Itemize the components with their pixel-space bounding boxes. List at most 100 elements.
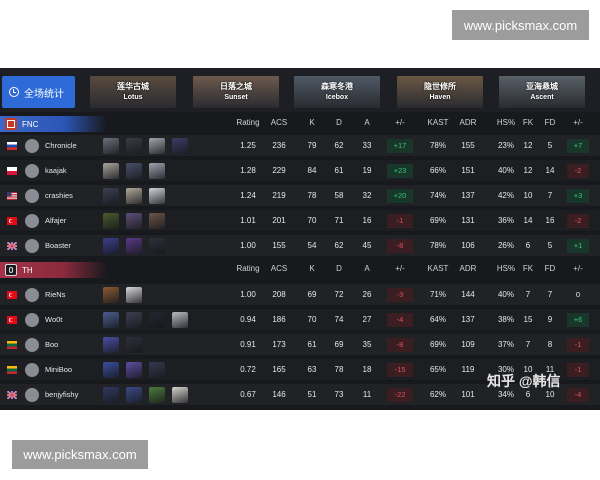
player-avatar (25, 189, 39, 203)
player-name[interactable]: kaajak (45, 160, 67, 182)
stat-fd: 5 (547, 241, 553, 250)
player-avatar (25, 313, 39, 327)
stat-a: 11 (362, 390, 372, 399)
player-row[interactable]: crashies 1.24 219 78 58 32 +20 74% 137 42% 10 7 +3 (0, 185, 600, 207)
player-row[interactable]: Alfajer 1.01 201 70 71 16 -1 69% 131 36% 14 16 -2 (0, 210, 600, 232)
player-avatar (25, 214, 39, 228)
flag-lt-icon (7, 341, 17, 349)
stat-fk: 15 (523, 315, 533, 324)
agent-portrait-icon (103, 312, 119, 328)
kill-diff-badge: -8 (387, 338, 413, 352)
player-name[interactable]: RieNs (45, 284, 65, 306)
stat-kast: 69% (429, 216, 446, 225)
firstkill-diff-badge: -2 (567, 164, 589, 178)
column-header: +/- (395, 264, 405, 273)
player-name[interactable]: crashies (45, 185, 73, 207)
agent-portrait-icon (149, 387, 165, 403)
map-selector-bar: 全场统计 莲华古城 Lotus 日落之城 Sunset 森寒冬港 Icebox 隐世修所 Ha… (0, 68, 600, 112)
player-name[interactable]: benjyfishy (45, 384, 78, 406)
player-row[interactable]: kaajak 1.28 229 84 61 19 +23 66% 151 40% 12 14 -2 (0, 160, 600, 182)
stat-hs: 23% (497, 141, 514, 150)
player-row[interactable]: Chronicle 1.25 236 79 62 33 +17 78% 155 23% 12 5 +7 (0, 135, 600, 157)
firstkill-diff-badge: -1 (567, 363, 589, 377)
stat-kast: 78% (429, 141, 446, 150)
zhihu-watermark: 知乎 @韩信 (487, 373, 561, 389)
map-tab-haven[interactable]: 隐世修所 Haven (397, 76, 483, 108)
player-name[interactable]: Wo0t (45, 309, 62, 331)
stat-rating: 0.67 (240, 390, 256, 399)
stat-adr: 155 (461, 141, 475, 150)
player-row[interactable]: Wo0t 0.94 186 70 74 27 -4 64% 137 38% 15 9 +6 (0, 309, 600, 331)
stat-a: 16 (362, 216, 372, 225)
stat-k: 79 (307, 141, 317, 150)
flag-us-icon (7, 192, 17, 200)
stat-d: 73 (334, 390, 344, 399)
column-header: ACS (270, 118, 288, 127)
agent-portrait-icon (103, 387, 119, 403)
player-row[interactable]: RieNs 1.00 208 69 72 26 -3 71% 144 40% 7 7 0 (0, 284, 600, 306)
agent-portrait-icon (149, 238, 165, 254)
agent-portrait-icon (126, 362, 142, 378)
agent-portrait-icon (172, 312, 188, 328)
map-name-en: Haven (429, 94, 451, 101)
map-tab-icebox[interactable]: 森寒冬港 Icebox (294, 76, 380, 108)
stat-k: 70 (307, 216, 317, 225)
agent-portrait-icon (172, 138, 188, 154)
column-header: D (336, 118, 342, 127)
column-header: KAST (427, 118, 449, 127)
stat-a: 19 (362, 166, 372, 175)
stat-fk: 12 (523, 141, 533, 150)
agent-portrait-icon (103, 163, 119, 179)
stat-a: 35 (362, 340, 372, 349)
player-name[interactable]: Alfajer (45, 210, 66, 232)
stat-kast: 78% (429, 241, 446, 250)
kill-diff-badge: -1 (387, 214, 413, 228)
column-header: KAST (427, 264, 449, 273)
player-name[interactable]: MiniBoo (45, 359, 72, 381)
column-header: D (336, 264, 342, 273)
stat-a: 27 (362, 315, 372, 324)
team-name-th: TH (22, 265, 33, 275)
map-tab-sunset[interactable]: 日落之城 Sunset (193, 76, 279, 108)
map-tab-ascent[interactable]: 亚海悬城 Ascent (499, 76, 585, 108)
agent-portrait-icon (103, 238, 119, 254)
stat-k: 51 (307, 390, 317, 399)
stat-rating: 1.28 (240, 166, 256, 175)
stat-fd: 5 (547, 141, 553, 150)
stat-acs: 201 (272, 216, 286, 225)
kill-diff-badge: -3 (387, 288, 413, 302)
column-header: K (309, 264, 315, 273)
stat-fk: 10 (523, 191, 533, 200)
firstkill-diff-badge: +1 (567, 239, 589, 253)
column-header: Rating (236, 118, 260, 127)
stat-fd: 16 (545, 216, 555, 225)
overall-stats-button[interactable]: 全场统计 (2, 76, 75, 108)
stat-a: 33 (362, 141, 372, 150)
column-header: FK (522, 264, 534, 273)
firstkill-diff-badge: +3 (567, 189, 589, 203)
map-tab-lotus[interactable]: 莲华古城 Lotus (90, 76, 176, 108)
agent-portrait-icon (149, 312, 165, 328)
stat-kast: 65% (429, 365, 446, 374)
player-avatar (25, 363, 39, 377)
stat-a: 45 (362, 241, 372, 250)
player-row[interactable]: Boo 0.91 173 61 69 35 -8 69% 109 37% 7 8 -1 (0, 334, 600, 356)
flag-tr-icon (7, 316, 17, 324)
stat-acs: 219 (272, 191, 286, 200)
stat-acs: 146 (272, 390, 286, 399)
stat-rating: 0.91 (240, 340, 256, 349)
agent-portrait-icon (149, 362, 165, 378)
stat-fd: 9 (547, 315, 553, 324)
stat-acs: 173 (272, 340, 286, 349)
player-row[interactable]: Boaster 1.00 155 54 62 45 -8 78% 106 26% 6 5 +1 (0, 235, 600, 257)
player-name[interactable]: Chronicle (45, 135, 77, 157)
player-name[interactable]: Boo (45, 334, 58, 356)
player-name[interactable]: Boaster (45, 235, 71, 257)
stat-rating: 1.00 (240, 241, 256, 250)
stat-rating: 0.94 (240, 315, 256, 324)
stat-adr: 101 (461, 390, 475, 399)
firstkill-diff-badge: -4 (567, 388, 589, 402)
kill-diff-badge: +20 (387, 189, 413, 203)
player-avatar (25, 239, 39, 253)
stat-d: 72 (334, 290, 344, 299)
